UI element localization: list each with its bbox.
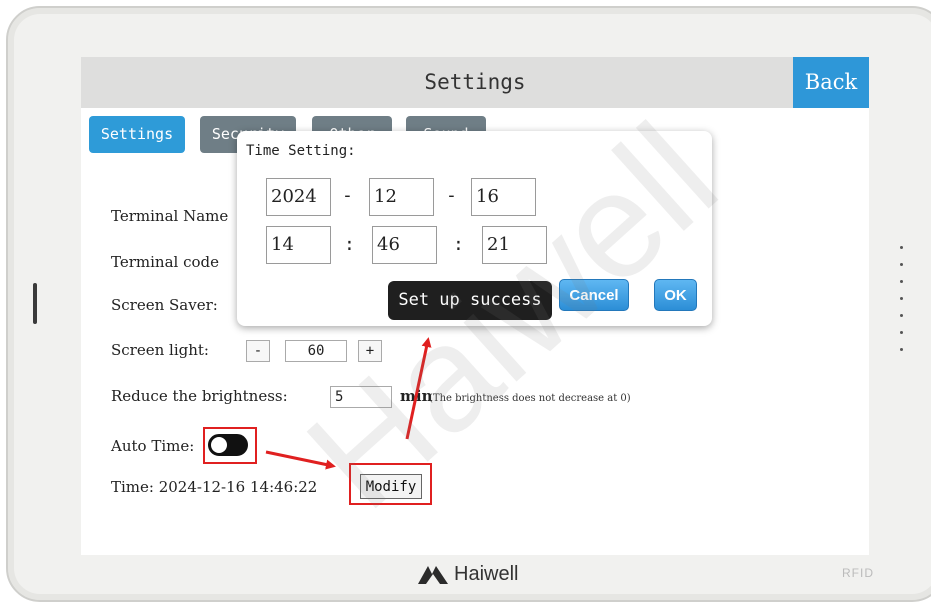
brand-logo: Haiwell [416,557,518,591]
arrow-to-dialog [405,337,432,440]
arrow-to-modify [265,450,336,470]
rfid-label: RFID [842,566,874,580]
brand-name: Haiwell [454,562,519,585]
haiwell-logo-icon [418,566,448,584]
annotation-arrows [265,337,432,470]
